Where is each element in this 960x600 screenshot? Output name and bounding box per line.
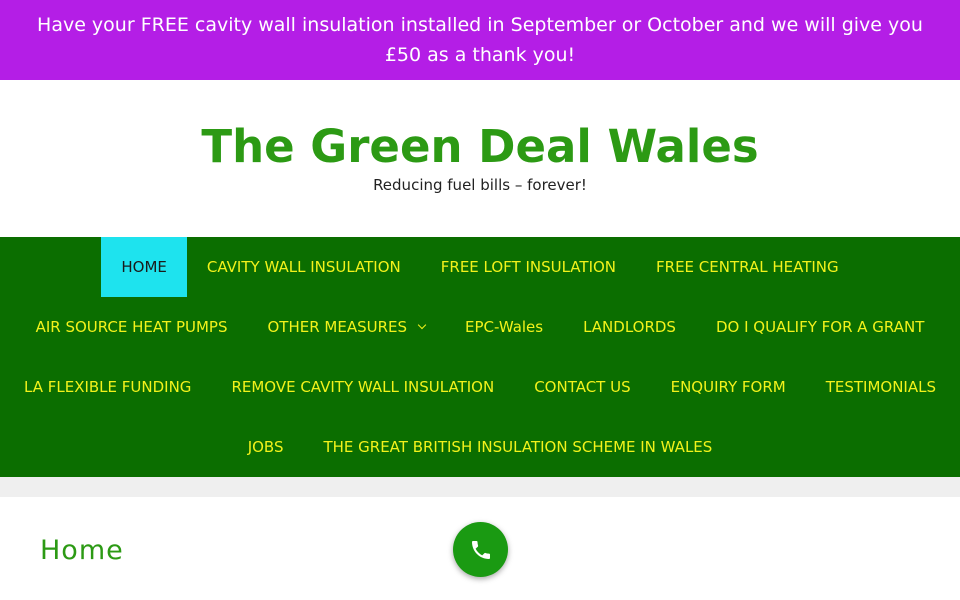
nav-item-remove-cavity-wall-insulation[interactable]: REMOVE CAVITY WALL INSULATION [211, 357, 514, 417]
nav-item-home[interactable]: HOME [101, 237, 187, 297]
nav-item-landlords[interactable]: LANDLORDS [563, 297, 696, 357]
content-separator [0, 477, 960, 497]
nav-label: FREE LOFT INSULATION [440, 258, 617, 276]
nav-item-other-measures[interactable]: OTHER MEASURES [247, 297, 445, 357]
nav-label: THE GREAT BRITISH INSULATION SCHEME IN W… [323, 438, 713, 456]
phone-icon [471, 540, 490, 559]
nav-item-epc-wales[interactable]: EPC-Wales [445, 297, 563, 357]
nav-label: CONTACT US [534, 378, 631, 396]
nav-item-la-flexible-funding[interactable]: LA FLEXIBLE FUNDING [4, 357, 211, 417]
site-title[interactable]: The Green Deal Wales [0, 120, 960, 174]
nav-item-free-loft-insulation[interactable]: FREE LOFT INSULATION [421, 237, 636, 297]
chevron-down-icon [417, 320, 427, 330]
call-button[interactable] [453, 522, 508, 577]
nav-item-contact-us[interactable]: CONTACT US [514, 357, 650, 417]
nav-item-cavity-wall-insulation[interactable]: CAVITY WALL INSULATION [187, 237, 421, 297]
nav-label: TESTIMONIALS [825, 378, 936, 396]
nav-label: EPC-Wales [465, 318, 544, 336]
site-tagline: Reducing fuel bills – forever! [373, 176, 587, 194]
nav-label: LA FLEXIBLE FUNDING [24, 378, 192, 396]
nav-item-free-central-heating[interactable]: FREE CENTRAL HEATING [636, 237, 859, 297]
site-header: The Green Deal Wales Reducing fuel bills… [0, 80, 960, 237]
nav-label: OTHER MEASURES [267, 318, 408, 336]
nav-label: JOBS [247, 438, 284, 456]
nav-label: REMOVE CAVITY WALL INSULATION [231, 378, 495, 396]
nav-label: LANDLORDS [583, 318, 676, 336]
nav-item-jobs[interactable]: JOBS [228, 417, 304, 477]
nav-item-enquiry-form[interactable]: ENQUIRY FORM [651, 357, 806, 417]
nav-label: CAVITY WALL INSULATION [206, 258, 401, 276]
nav-label: AIR SOURCE HEAT PUMPS [35, 318, 228, 336]
nav-label: FREE CENTRAL HEATING [656, 258, 839, 276]
nav-item-do-i-qualify[interactable]: DO I QUALIFY FOR A GRANT [696, 297, 944, 357]
main-navigation: HOME CAVITY WALL INSULATION FREE LOFT IN… [0, 237, 960, 477]
nav-item-testimonials[interactable]: TESTIMONIALS [806, 357, 956, 417]
promo-text: Have your FREE cavity wall insulation in… [37, 14, 923, 66]
nav-label: HOME [121, 258, 167, 276]
nav-label: DO I QUALIFY FOR A GRANT [715, 318, 925, 336]
page-title: Home [40, 535, 124, 566]
nav-label: ENQUIRY FORM [670, 378, 786, 396]
nav-item-air-source-heat-pumps[interactable]: AIR SOURCE HEAT PUMPS [16, 297, 248, 357]
nav-item-great-british-insulation-scheme[interactable]: THE GREAT BRITISH INSULATION SCHEME IN W… [303, 417, 732, 477]
promo-banner: Have your FREE cavity wall insulation in… [0, 0, 960, 80]
